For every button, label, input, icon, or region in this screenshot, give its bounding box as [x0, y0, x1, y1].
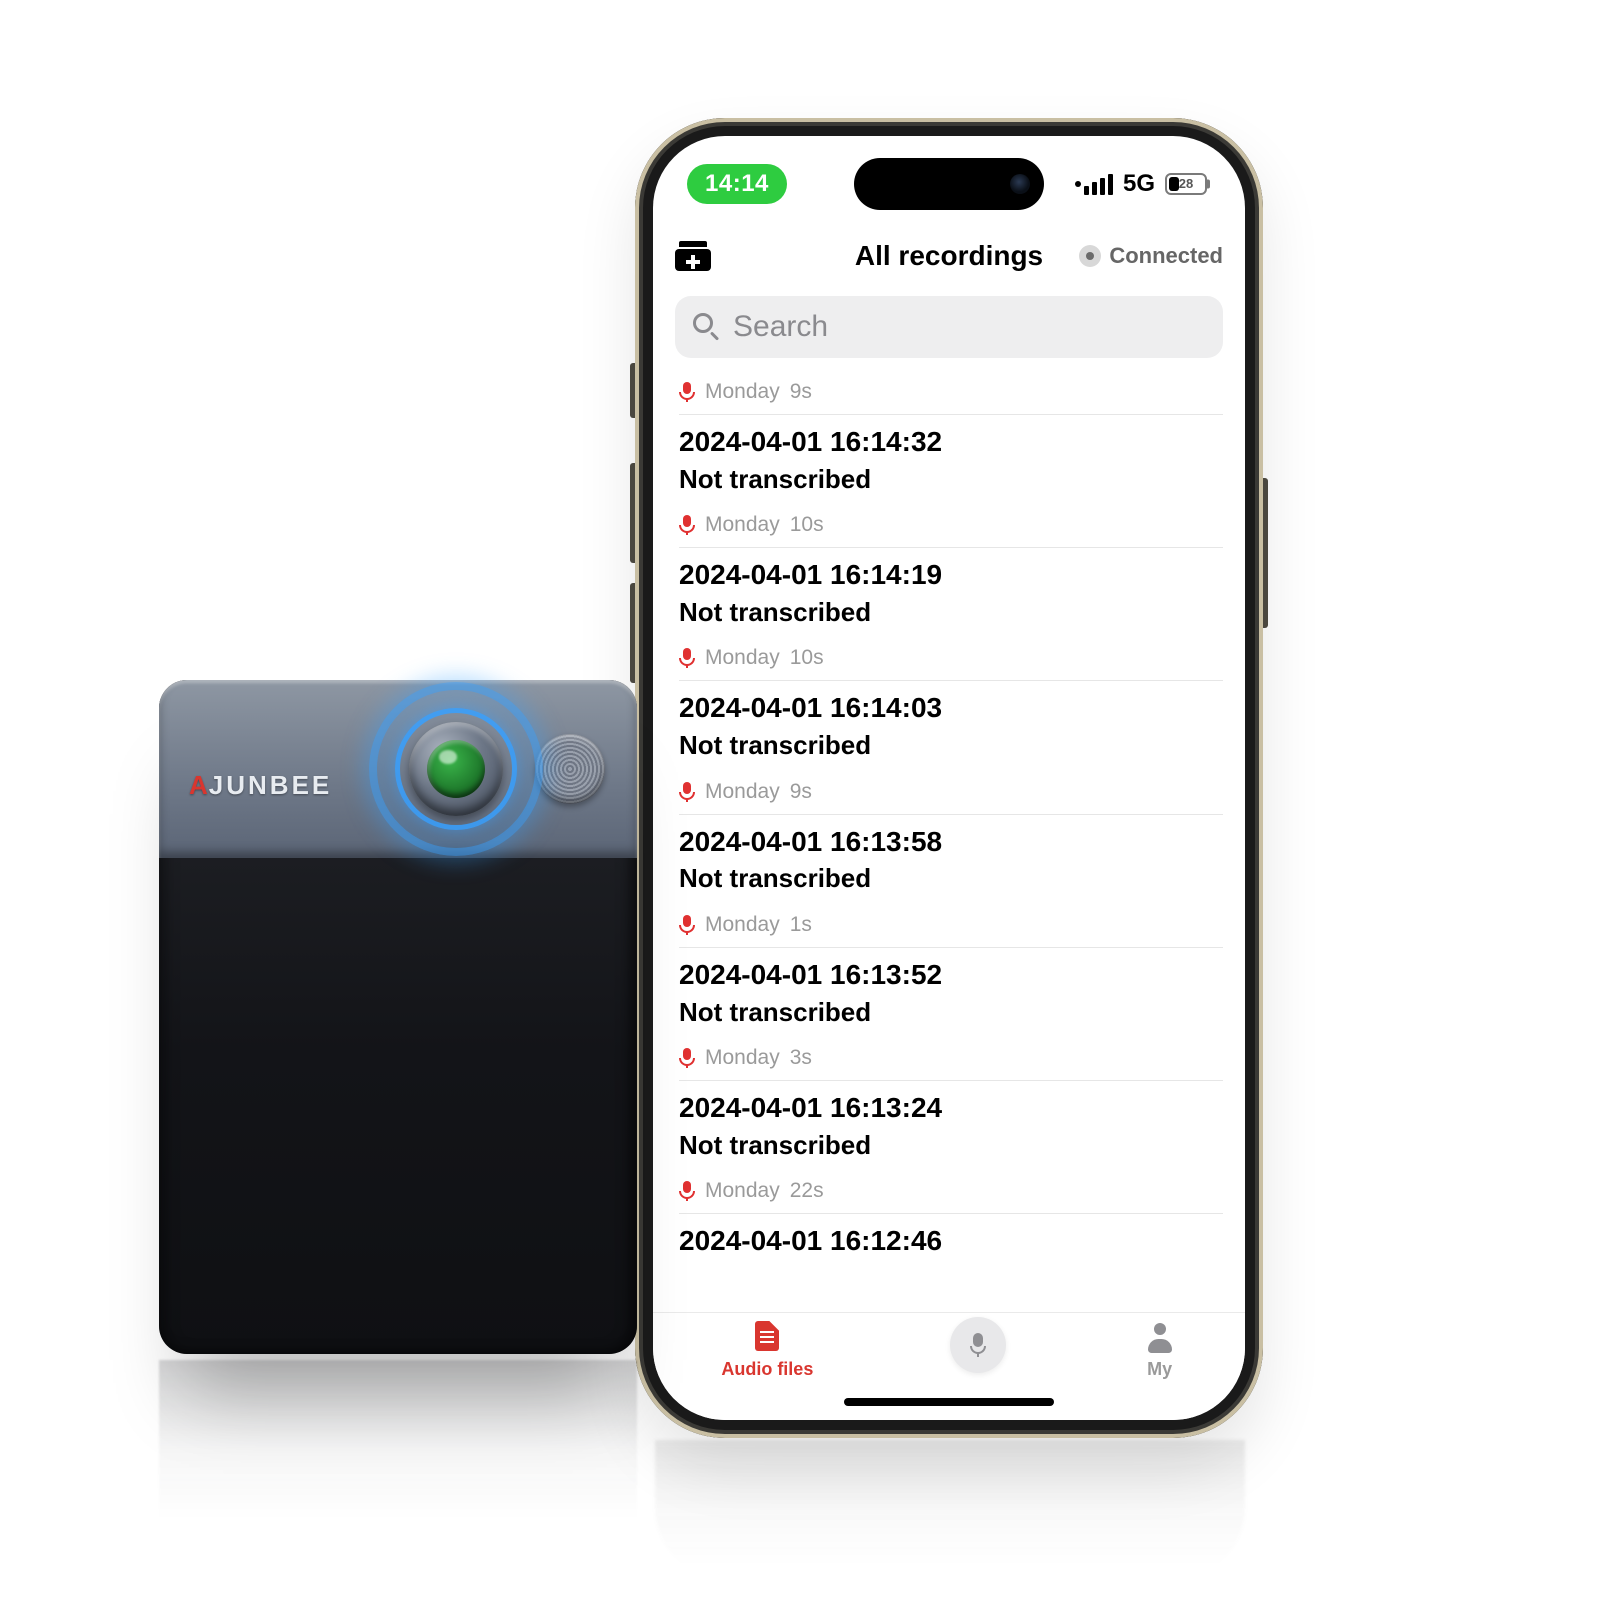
list-item[interactable]: 2024-04-01 16:14:03 Not transcribed — [675, 681, 1223, 767]
recording-meta: Monday 10s — [675, 501, 1223, 547]
battery-percent: 28 — [1167, 175, 1205, 193]
signal-icon — [1074, 174, 1113, 195]
meta-day: Monday — [705, 380, 780, 404]
meta-duration: 9s — [790, 380, 812, 404]
meta-day: Monday — [705, 780, 780, 804]
device-top-panel: AJUNBEE — [159, 680, 637, 858]
recording-title: 2024-04-01 16:14:19 — [679, 556, 1219, 594]
recording-title: 2024-04-01 16:13:24 — [679, 1089, 1219, 1127]
mic-icon — [679, 782, 695, 802]
device-reflection — [159, 1360, 637, 1560]
device-brand: AJUNBEE — [189, 770, 332, 801]
meta-day: Monday — [705, 1179, 780, 1203]
mic-icon — [679, 915, 695, 935]
record-button[interactable] — [950, 1317, 1006, 1373]
mic-icon — [679, 1181, 695, 1201]
list-item[interactable]: 2024-04-01 16:14:32 Not transcribed — [675, 415, 1223, 501]
tab-label: Audio files — [721, 1359, 813, 1380]
list-item[interactable]: 2024-04-01 16:13:24 Not transcribed — [675, 1081, 1223, 1167]
recording-meta: Monday 22s — [675, 1167, 1223, 1213]
recording-title: 2024-04-01 16:13:58 — [679, 823, 1219, 861]
meta-duration: 1s — [790, 913, 812, 937]
recording-meta: Monday 9s — [675, 368, 1223, 414]
battery-icon: 28 — [1165, 173, 1207, 195]
device-main-knob[interactable] — [409, 722, 503, 816]
meta-duration: 9s — [790, 780, 812, 804]
meta-duration: 10s — [790, 646, 824, 670]
phone-side-button — [1263, 478, 1268, 628]
mic-icon — [970, 1333, 986, 1357]
recording-subtitle: Not transcribed — [679, 1127, 1219, 1163]
recording-meta: Monday 10s — [675, 634, 1223, 680]
archive-box-icon[interactable] — [675, 241, 711, 271]
recorder-device: AJUNBEE — [159, 680, 637, 1354]
phone-screen: 14:14 5G 28 All recordings Connected — [653, 136, 1245, 1420]
recording-subtitle: Not transcribed — [679, 594, 1219, 630]
recording-meta: Monday 9s — [675, 768, 1223, 814]
phone-frame: 14:14 5G 28 All recordings Connected — [635, 118, 1263, 1438]
status-right-cluster: 5G 28 — [1074, 170, 1207, 198]
recording-meta: Monday 1s — [675, 901, 1223, 947]
status-time-pill[interactable]: 14:14 — [687, 164, 787, 204]
recording-meta: Monday 3s — [675, 1034, 1223, 1080]
connection-dot-icon — [1079, 245, 1101, 267]
recording-subtitle: Not transcribed — [679, 461, 1219, 497]
recording-title: 2024-04-01 16:14:32 — [679, 423, 1219, 461]
tab-audio-files[interactable]: Audio files — [721, 1321, 813, 1380]
connection-label: Connected — [1109, 243, 1223, 269]
phone-reflection — [655, 1440, 1245, 1580]
mic-icon — [679, 382, 695, 402]
device-side-button[interactable] — [535, 734, 605, 804]
meta-day: Monday — [705, 646, 780, 670]
meta-duration: 3s — [790, 1046, 812, 1070]
meta-day: Monday — [705, 513, 780, 537]
file-icon — [750, 1321, 784, 1355]
meta-day: Monday — [705, 1046, 780, 1070]
search-icon — [693, 313, 721, 341]
recording-subtitle: Not transcribed — [679, 860, 1219, 896]
mic-icon — [679, 648, 695, 668]
app-header: All recordings Connected — [653, 226, 1245, 286]
tab-label: My — [1147, 1359, 1172, 1380]
status-bar: 14:14 5G 28 — [653, 154, 1245, 214]
connection-status[interactable]: Connected — [1079, 243, 1223, 269]
mic-icon — [679, 515, 695, 535]
recording-title: 2024-04-01 16:13:52 — [679, 956, 1219, 994]
search-input[interactable]: Search — [675, 296, 1223, 358]
recording-subtitle: Not transcribed — [679, 994, 1219, 1030]
tab-my[interactable]: My — [1143, 1321, 1177, 1380]
recordings-list[interactable]: Monday 9s 2024-04-01 16:14:32 Not transc… — [653, 368, 1245, 1312]
network-label: 5G — [1123, 170, 1155, 198]
list-item[interactable]: 2024-04-01 16:13:58 Not transcribed — [675, 815, 1223, 901]
list-item[interactable]: 2024-04-01 16:14:19 Not transcribed — [675, 548, 1223, 634]
mic-icon — [679, 1048, 695, 1068]
recording-title: 2024-04-01 16:12:46 — [679, 1222, 1219, 1260]
home-indicator[interactable] — [844, 1398, 1054, 1406]
meta-duration: 10s — [790, 513, 824, 537]
list-item[interactable]: 2024-04-01 16:12:46 — [675, 1214, 1223, 1264]
list-item[interactable]: 2024-04-01 16:13:52 Not transcribed — [675, 948, 1223, 1034]
recording-title: 2024-04-01 16:14:03 — [679, 689, 1219, 727]
phone-mute-switch — [630, 363, 635, 418]
phone-volume-down — [630, 583, 635, 683]
meta-duration: 22s — [790, 1179, 824, 1203]
recording-subtitle: Not transcribed — [679, 727, 1219, 763]
search-placeholder: Search — [733, 310, 828, 344]
person-icon — [1143, 1321, 1177, 1355]
meta-day: Monday — [705, 913, 780, 937]
phone-volume-up — [630, 463, 635, 563]
